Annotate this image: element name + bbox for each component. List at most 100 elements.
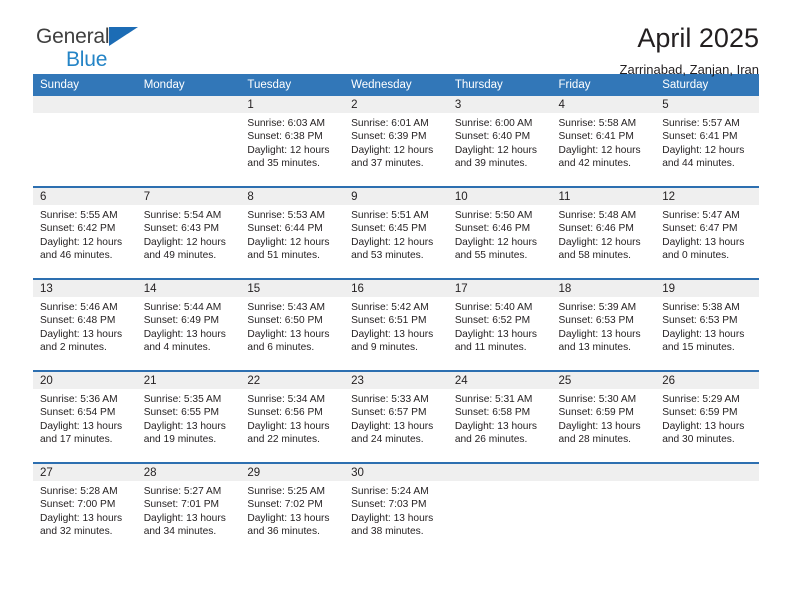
daylight-text: Daylight: 13 hours and 13 minutes. bbox=[558, 328, 641, 354]
sunset-text: Sunset: 6:44 PM bbox=[247, 223, 323, 235]
day-details: Sunrise: 5:47 AM Sunset: 6:47 PM Dayligh… bbox=[655, 205, 759, 263]
sunset-text: Sunset: 7:03 PM bbox=[351, 499, 427, 511]
calendar-day-cell[interactable]: 19 Sunrise: 5:38 AM Sunset: 6:53 PM Dayl… bbox=[655, 278, 759, 371]
day-number: 6 bbox=[33, 188, 137, 205]
sunrise-text: Sunrise: 5:51 AM bbox=[351, 210, 429, 221]
calendar-week-row: 1 Sunrise: 6:03 AM Sunset: 6:38 PM Dayli… bbox=[33, 96, 759, 187]
sunset-text: Sunset: 6:47 PM bbox=[662, 223, 738, 235]
weekday-header-sunday: Sunday bbox=[33, 74, 137, 96]
day-number: 18 bbox=[551, 280, 656, 297]
daylight-text: Daylight: 13 hours and 22 minutes. bbox=[247, 420, 330, 446]
sunset-text: Sunset: 6:39 PM bbox=[351, 131, 427, 143]
day-details: Sunrise: 5:54 AM Sunset: 6:43 PM Dayligh… bbox=[137, 205, 241, 263]
sunset-text: Sunset: 6:59 PM bbox=[558, 407, 634, 419]
calendar-day-cell[interactable]: 28 Sunrise: 5:27 AM Sunset: 7:01 PM Dayl… bbox=[136, 462, 241, 554]
calendar-day-cell[interactable]: 8 Sunrise: 5:53 AM Sunset: 6:44 PM Dayli… bbox=[240, 186, 345, 279]
calendar-day-cell[interactable] bbox=[33, 96, 137, 187]
logo-triangle-icon bbox=[109, 27, 138, 46]
sunrise-text: Sunrise: 5:48 AM bbox=[558, 210, 637, 221]
day-number: 23 bbox=[344, 372, 448, 389]
calendar-day-cell[interactable]: 5 Sunrise: 5:57 AM Sunset: 6:41 PM Dayli… bbox=[655, 96, 759, 187]
day-details: Sunrise: 5:28 AM Sunset: 7:00 PM Dayligh… bbox=[33, 481, 137, 539]
sunset-text: Sunset: 6:54 PM bbox=[40, 407, 116, 419]
calendar-day-cell[interactable]: 21 Sunrise: 5:35 AM Sunset: 6:55 PM Dayl… bbox=[136, 370, 241, 463]
calendar-week-row: 13 Sunrise: 5:46 AM Sunset: 6:48 PM Dayl… bbox=[33, 278, 759, 371]
day-details: Sunrise: 5:35 AM Sunset: 6:55 PM Dayligh… bbox=[137, 389, 241, 447]
day-details: Sunrise: 5:24 AM Sunset: 7:03 PM Dayligh… bbox=[344, 481, 448, 539]
day-details: Sunrise: 5:46 AM Sunset: 6:48 PM Dayligh… bbox=[33, 297, 137, 355]
calendar-day-cell[interactable]: 4 Sunrise: 5:58 AM Sunset: 6:41 PM Dayli… bbox=[551, 96, 656, 187]
daylight-text: Daylight: 13 hours and 32 minutes. bbox=[40, 512, 123, 538]
day-number: 14 bbox=[136, 280, 241, 297]
calendar-day-cell[interactable] bbox=[551, 462, 656, 554]
sunset-text: Sunset: 6:46 PM bbox=[454, 223, 531, 235]
sunrise-text: Sunrise: 5:46 AM bbox=[40, 302, 118, 313]
sunset-text: Sunset: 7:02 PM bbox=[247, 499, 323, 511]
calendar-day-cell[interactable]: 23 Sunrise: 5:33 AM Sunset: 6:57 PM Dayl… bbox=[344, 370, 448, 463]
sunset-text: Sunset: 6:41 PM bbox=[558, 131, 634, 143]
calendar-day-cell[interactable]: 2 Sunrise: 6:01 AM Sunset: 6:39 PM Dayli… bbox=[344, 96, 448, 187]
calendar-day-cell[interactable]: 25 Sunrise: 5:30 AM Sunset: 6:59 PM Dayl… bbox=[551, 370, 656, 463]
sunrise-text: Sunrise: 5:33 AM bbox=[351, 394, 429, 405]
calendar-day-cell[interactable] bbox=[655, 462, 759, 554]
calendar-day-cell[interactable]: 13 Sunrise: 5:46 AM Sunset: 6:48 PM Dayl… bbox=[33, 278, 137, 371]
calendar-day-cell[interactable]: 6 Sunrise: 5:55 AM Sunset: 6:42 PM Dayli… bbox=[33, 186, 137, 279]
calendar-day-cell[interactable]: 26 Sunrise: 5:29 AM Sunset: 6:59 PM Dayl… bbox=[655, 370, 759, 463]
day-number: 27 bbox=[33, 464, 137, 481]
sunset-text: Sunset: 6:38 PM bbox=[247, 131, 323, 143]
sunset-text: Sunset: 6:59 PM bbox=[662, 407, 738, 419]
calendar-day-cell[interactable]: 14 Sunrise: 5:44 AM Sunset: 6:49 PM Dayl… bbox=[136, 278, 241, 371]
daylight-text: Daylight: 13 hours and 38 minutes. bbox=[351, 512, 434, 538]
sunset-text: Sunset: 6:45 PM bbox=[351, 223, 427, 235]
day-number: 12 bbox=[655, 188, 759, 205]
calendar-day-cell[interactable]: 24 Sunrise: 5:31 AM Sunset: 6:58 PM Dayl… bbox=[447, 370, 552, 463]
calendar-day-cell[interactable] bbox=[136, 96, 241, 187]
calendar-day-cell[interactable]: 27 Sunrise: 5:28 AM Sunset: 7:00 PM Dayl… bbox=[33, 462, 137, 554]
day-details: Sunrise: 5:29 AM Sunset: 6:59 PM Dayligh… bbox=[655, 389, 759, 447]
sunset-text: Sunset: 6:57 PM bbox=[351, 407, 427, 419]
calendar-week-row: 20 Sunrise: 5:36 AM Sunset: 6:54 PM Dayl… bbox=[33, 370, 759, 463]
day-number: 16 bbox=[344, 280, 448, 297]
calendar-day-cell[interactable]: 15 Sunrise: 5:43 AM Sunset: 6:50 PM Dayl… bbox=[240, 278, 345, 371]
day-details: Sunrise: 6:00 AM Sunset: 6:40 PM Dayligh… bbox=[448, 113, 552, 171]
day-details: Sunrise: 5:40 AM Sunset: 6:52 PM Dayligh… bbox=[448, 297, 552, 355]
day-details: Sunrise: 6:03 AM Sunset: 6:38 PM Dayligh… bbox=[240, 113, 344, 171]
sunset-text: Sunset: 6:53 PM bbox=[662, 315, 738, 327]
calendar-day-cell[interactable]: 30 Sunrise: 5:24 AM Sunset: 7:03 PM Dayl… bbox=[344, 462, 448, 554]
calendar-day-cell[interactable]: 20 Sunrise: 5:36 AM Sunset: 6:54 PM Dayl… bbox=[33, 370, 137, 463]
calendar-day-cell[interactable] bbox=[447, 462, 552, 554]
calendar-day-cell[interactable]: 9 Sunrise: 5:51 AM Sunset: 6:45 PM Dayli… bbox=[344, 186, 448, 279]
sunrise-text: Sunrise: 5:39 AM bbox=[558, 302, 637, 313]
daylight-text: Daylight: 13 hours and 30 minutes. bbox=[662, 420, 745, 446]
page-title: April 2025 bbox=[637, 23, 759, 53]
day-details: Sunrise: 5:42 AM Sunset: 6:51 PM Dayligh… bbox=[344, 297, 448, 355]
weekday-header-monday: Monday bbox=[136, 74, 241, 96]
sunrise-text: Sunrise: 5:27 AM bbox=[143, 486, 222, 497]
logo-text-general: General bbox=[36, 26, 216, 48]
calendar-day-cell[interactable]: 7 Sunrise: 5:54 AM Sunset: 6:43 PM Dayli… bbox=[136, 186, 241, 279]
calendar-day-cell[interactable]: 3 Sunrise: 6:00 AM Sunset: 6:40 PM Dayli… bbox=[447, 96, 552, 187]
daylight-text: Daylight: 12 hours and 35 minutes. bbox=[247, 144, 330, 170]
calendar-day-cell[interactable]: 22 Sunrise: 5:34 AM Sunset: 6:56 PM Dayl… bbox=[240, 370, 345, 463]
calendar-day-cell[interactable]: 11 Sunrise: 5:48 AM Sunset: 6:46 PM Dayl… bbox=[551, 186, 656, 279]
day-number: 1 bbox=[240, 96, 345, 113]
calendar-page: General Blue April 2025 Zarrinabad, Zanj… bbox=[0, 0, 792, 612]
day-details: Sunrise: 5:43 AM Sunset: 6:50 PM Dayligh… bbox=[240, 297, 344, 355]
daylight-text: Daylight: 12 hours and 51 minutes. bbox=[247, 236, 330, 262]
calendar-day-cell[interactable]: 18 Sunrise: 5:39 AM Sunset: 6:53 PM Dayl… bbox=[551, 278, 656, 371]
day-details: Sunrise: 6:01 AM Sunset: 6:39 PM Dayligh… bbox=[344, 113, 448, 171]
sunrise-text: Sunrise: 5:43 AM bbox=[247, 302, 325, 313]
calendar-day-cell[interactable]: 1 Sunrise: 6:03 AM Sunset: 6:38 PM Dayli… bbox=[240, 96, 345, 187]
calendar-body: 1 Sunrise: 6:03 AM Sunset: 6:38 PM Dayli… bbox=[33, 96, 759, 554]
calendar-day-cell[interactable]: 12 Sunrise: 5:47 AM Sunset: 6:47 PM Dayl… bbox=[655, 186, 759, 279]
calendar-day-cell[interactable]: 16 Sunrise: 5:42 AM Sunset: 6:51 PM Dayl… bbox=[344, 278, 448, 371]
day-number bbox=[136, 96, 241, 113]
calendar-day-cell[interactable]: 17 Sunrise: 5:40 AM Sunset: 6:52 PM Dayl… bbox=[447, 278, 552, 371]
general-blue-logo: General Blue bbox=[36, 26, 216, 74]
daylight-text: Daylight: 12 hours and 46 minutes. bbox=[40, 236, 123, 262]
day-details: Sunrise: 5:53 AM Sunset: 6:44 PM Dayligh… bbox=[240, 205, 344, 263]
calendar-day-cell[interactable]: 29 Sunrise: 5:25 AM Sunset: 7:02 PM Dayl… bbox=[240, 462, 345, 554]
sunset-text: Sunset: 6:56 PM bbox=[247, 407, 323, 419]
calendar-day-cell[interactable]: 10 Sunrise: 5:50 AM Sunset: 6:46 PM Dayl… bbox=[447, 186, 552, 279]
sunset-text: Sunset: 6:42 PM bbox=[40, 223, 116, 235]
